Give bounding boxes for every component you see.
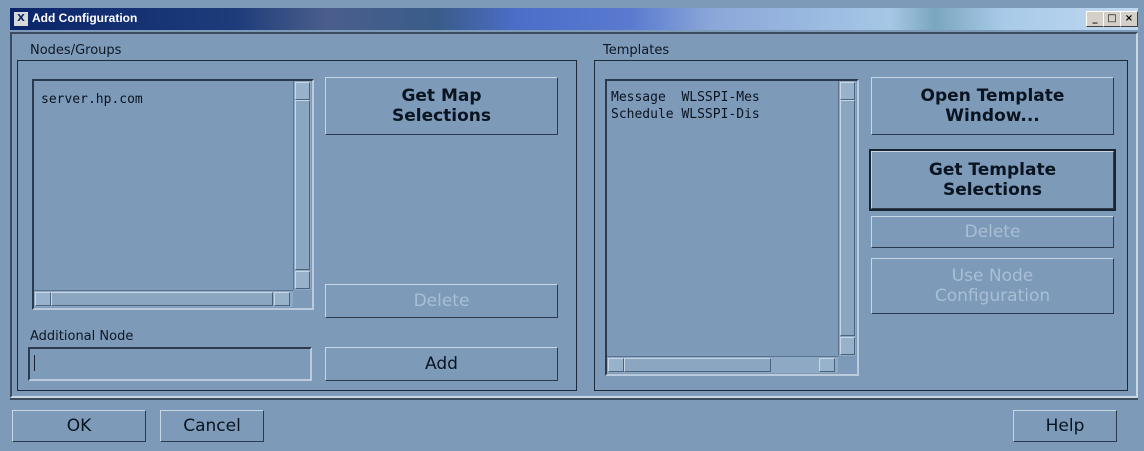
scroll-thumb[interactable] — [295, 100, 310, 270]
scroll-down-arrow[interactable] — [295, 271, 310, 289]
additional-node-label: Additional Node — [30, 329, 134, 344]
title-bar[interactable]: X Add Configuration _ □ × — [10, 8, 1138, 30]
cancel-button[interactable]: Cancel — [160, 410, 264, 442]
templates-vertical-scrollbar[interactable] — [838, 81, 856, 356]
nodes-horizontal-scrollbar[interactable] — [34, 290, 293, 307]
additional-node-input[interactable] — [28, 347, 312, 381]
scroll-thumb[interactable] — [51, 292, 273, 306]
use-node-configuration-button[interactable]: Use Node Configuration — [871, 258, 1114, 314]
nodes-groups-label: Nodes/Groups — [30, 43, 122, 58]
add-button[interactable]: Add — [325, 347, 558, 381]
text-caret — [34, 355, 35, 371]
nodes-delete-button[interactable]: Delete — [325, 284, 558, 318]
scroll-down-arrow[interactable] — [840, 337, 855, 355]
help-button[interactable]: Help — [1013, 410, 1117, 442]
scroll-up-arrow[interactable] — [840, 82, 855, 100]
scroll-thumb[interactable] — [840, 100, 855, 336]
scroll-right-arrow[interactable] — [819, 358, 835, 372]
scroll-right-arrow[interactable] — [274, 292, 290, 306]
add-configuration-dialog: X Add Configuration _ □ × Nodes/Groups s… — [0, 0, 1144, 451]
scroll-left-arrow[interactable] — [35, 292, 51, 306]
scroll-up-arrow[interactable] — [295, 82, 310, 100]
scroll-left-arrow[interactable] — [608, 358, 624, 372]
list-item[interactable]: Schedule WLSSPI-Dis — [611, 107, 760, 122]
template-type: Message — [611, 90, 666, 105]
minimize-button[interactable]: _ — [1086, 11, 1104, 27]
template-name: WLSSPI-Dis — [681, 107, 760, 122]
get-map-selections-button[interactable]: Get Map Selections — [325, 77, 558, 135]
templates-label: Templates — [603, 43, 670, 58]
nodes-vertical-scrollbar[interactable] — [293, 81, 311, 290]
templates-delete-button[interactable]: Delete — [871, 216, 1114, 248]
get-template-selections-button[interactable]: Get Template Selections — [869, 149, 1116, 211]
open-template-window-button[interactable]: Open Template Window... — [871, 77, 1114, 135]
close-button[interactable]: × — [1120, 11, 1138, 27]
template-name: WLSSPI-Mes — [681, 90, 760, 105]
ok-button[interactable]: OK — [12, 410, 146, 442]
list-item[interactable]: server.hp.com — [41, 92, 143, 107]
list-item[interactable]: Message WLSSPI-Mes — [611, 90, 760, 105]
scroll-thumb[interactable] — [624, 358, 771, 372]
templates-horizontal-scrollbar[interactable] — [607, 356, 838, 373]
templates-list[interactable]: Message WLSSPI-Mes Schedule WLSSPI-Dis — [605, 79, 859, 376]
nodes-list[interactable]: server.hp.com — [32, 79, 314, 310]
maximize-button[interactable]: □ — [1103, 11, 1121, 27]
x-app-icon: X — [14, 12, 28, 26]
window-title: Add Configuration — [32, 11, 138, 25]
template-type: Schedule — [611, 107, 674, 122]
